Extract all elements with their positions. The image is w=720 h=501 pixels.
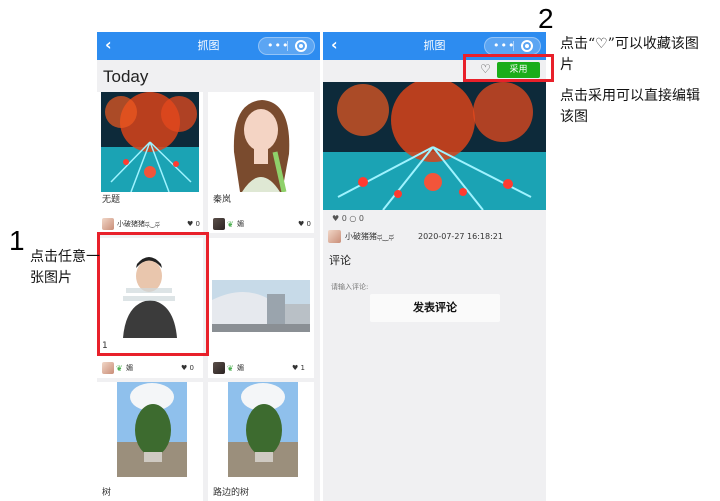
avatar: [213, 218, 225, 230]
card-username: 媚: [126, 364, 133, 372]
navbar: ‹ 抓图 •••: [97, 32, 320, 60]
avatar: [102, 218, 114, 230]
card-image-tree[interactable]: [117, 382, 187, 477]
step-2-adopt-instruction: 点击采用可以直接编辑该图: [560, 88, 700, 125]
card-username: 媚: [237, 364, 244, 372]
close-mini-program-button[interactable]: [521, 40, 533, 52]
comment-count: 0: [358, 214, 364, 223]
portrait-image: [212, 92, 310, 192]
leaf-icon: ❦: [227, 364, 234, 373]
leaf-icon: ❦: [227, 220, 234, 229]
image-card[interactable]: 无题 小破猪猪ಥ‿ಥ ♥ 0: [97, 92, 203, 233]
like-count: 0: [306, 220, 311, 228]
card-footer: ❦ 媚 ♥ 0: [213, 218, 313, 231]
author-row: 小破猪猪ಥ‿ಥ 2020-07-27 16:18:21: [328, 230, 543, 244]
comment-icon[interactable]: ○: [349, 214, 356, 223]
fireworks-image: [101, 92, 199, 192]
section-title: Today: [103, 67, 149, 86]
close-mini-program-button[interactable]: [295, 40, 307, 52]
step-2-number: 2: [538, 3, 554, 34]
image-card[interactable]: [208, 238, 314, 378]
selection-highlight-box: [97, 232, 209, 356]
heart-icon: ♥: [298, 220, 305, 228]
capsule-divider: [287, 41, 288, 51]
image-card[interactable]: 路边的树: [208, 382, 314, 501]
card-title: 树: [102, 488, 112, 498]
heart-icon: ♥: [292, 364, 299, 372]
step-1-number: 1: [9, 225, 25, 256]
like-count: 0: [341, 214, 347, 223]
step-2-favorite-instruction: 点击“♡”可以收藏该图片: [560, 36, 699, 73]
heart-icon[interactable]: ♥: [332, 214, 339, 223]
post-time: 2020-07-27 16:18:21: [418, 232, 503, 241]
card-image-roadside-tree[interactable]: [228, 382, 298, 477]
like-count: 0: [189, 364, 194, 372]
heart-icon: ♥: [187, 220, 194, 228]
avatar: [213, 362, 225, 374]
card-footer: ❦ 媚 ♥ 1: [213, 362, 313, 375]
avatar: [328, 230, 341, 243]
roadside-tree-image: [228, 382, 298, 477]
heart-icon: ♥: [181, 364, 188, 372]
card-username: 媚: [237, 220, 244, 228]
mini-program-capsule: •••: [258, 37, 315, 55]
publish-comment-button[interactable]: 发表评论: [370, 294, 500, 322]
avatar: [102, 362, 114, 374]
tree-image: [117, 382, 187, 477]
favorite-highlight-box: [463, 54, 554, 82]
card-title: 无题: [102, 195, 121, 205]
card-image-building[interactable]: [212, 280, 310, 332]
card-image-portrait[interactable]: [212, 92, 310, 192]
leaf-icon: ❦: [116, 364, 123, 373]
card-title: 路边的树: [213, 488, 250, 498]
card-likes: ♥ 0: [298, 218, 311, 231]
image-card[interactable]: 秦岚 ❦ 媚 ♥ 0: [208, 92, 314, 233]
card-title: 秦岚: [213, 195, 232, 205]
like-count: 1: [300, 364, 305, 372]
image-card[interactable]: 树: [97, 382, 203, 501]
building-image: [212, 280, 310, 332]
step-1-instruction: 点击任意一张图片: [30, 249, 100, 286]
comment-input[interactable]: [331, 281, 431, 293]
card-likes: ♥ 0: [187, 218, 200, 231]
card-username: 小破猪猪ಥ‿ಥ: [117, 220, 160, 228]
card-likes: ♥ 1: [292, 362, 305, 375]
comment-heading: 评论: [329, 254, 351, 267]
card-image-fireworks[interactable]: [101, 92, 199, 192]
capsule-divider: [513, 41, 514, 51]
detail-image: [323, 82, 546, 210]
mini-program-capsule: •••: [484, 37, 541, 55]
card-footer: ❦ 媚 ♥ 0: [102, 362, 202, 375]
fireworks-detail-image: [323, 82, 546, 210]
like-count: 0: [195, 220, 200, 228]
author-name: 小破猪猪ಥ‿ಥ: [345, 232, 394, 241]
card-likes: ♥ 0: [181, 362, 194, 375]
detail-screen: ‹ 抓图 ••• ♡ 采用 ♥ 0 ○ 0 小破猪猪ಥ‿ಥ 2020-07-27…: [323, 32, 546, 501]
card-footer: 小破猪猪ಥ‿ಥ ♥ 0: [102, 218, 202, 231]
image-stats: ♥ 0 ○ 0: [332, 213, 364, 225]
